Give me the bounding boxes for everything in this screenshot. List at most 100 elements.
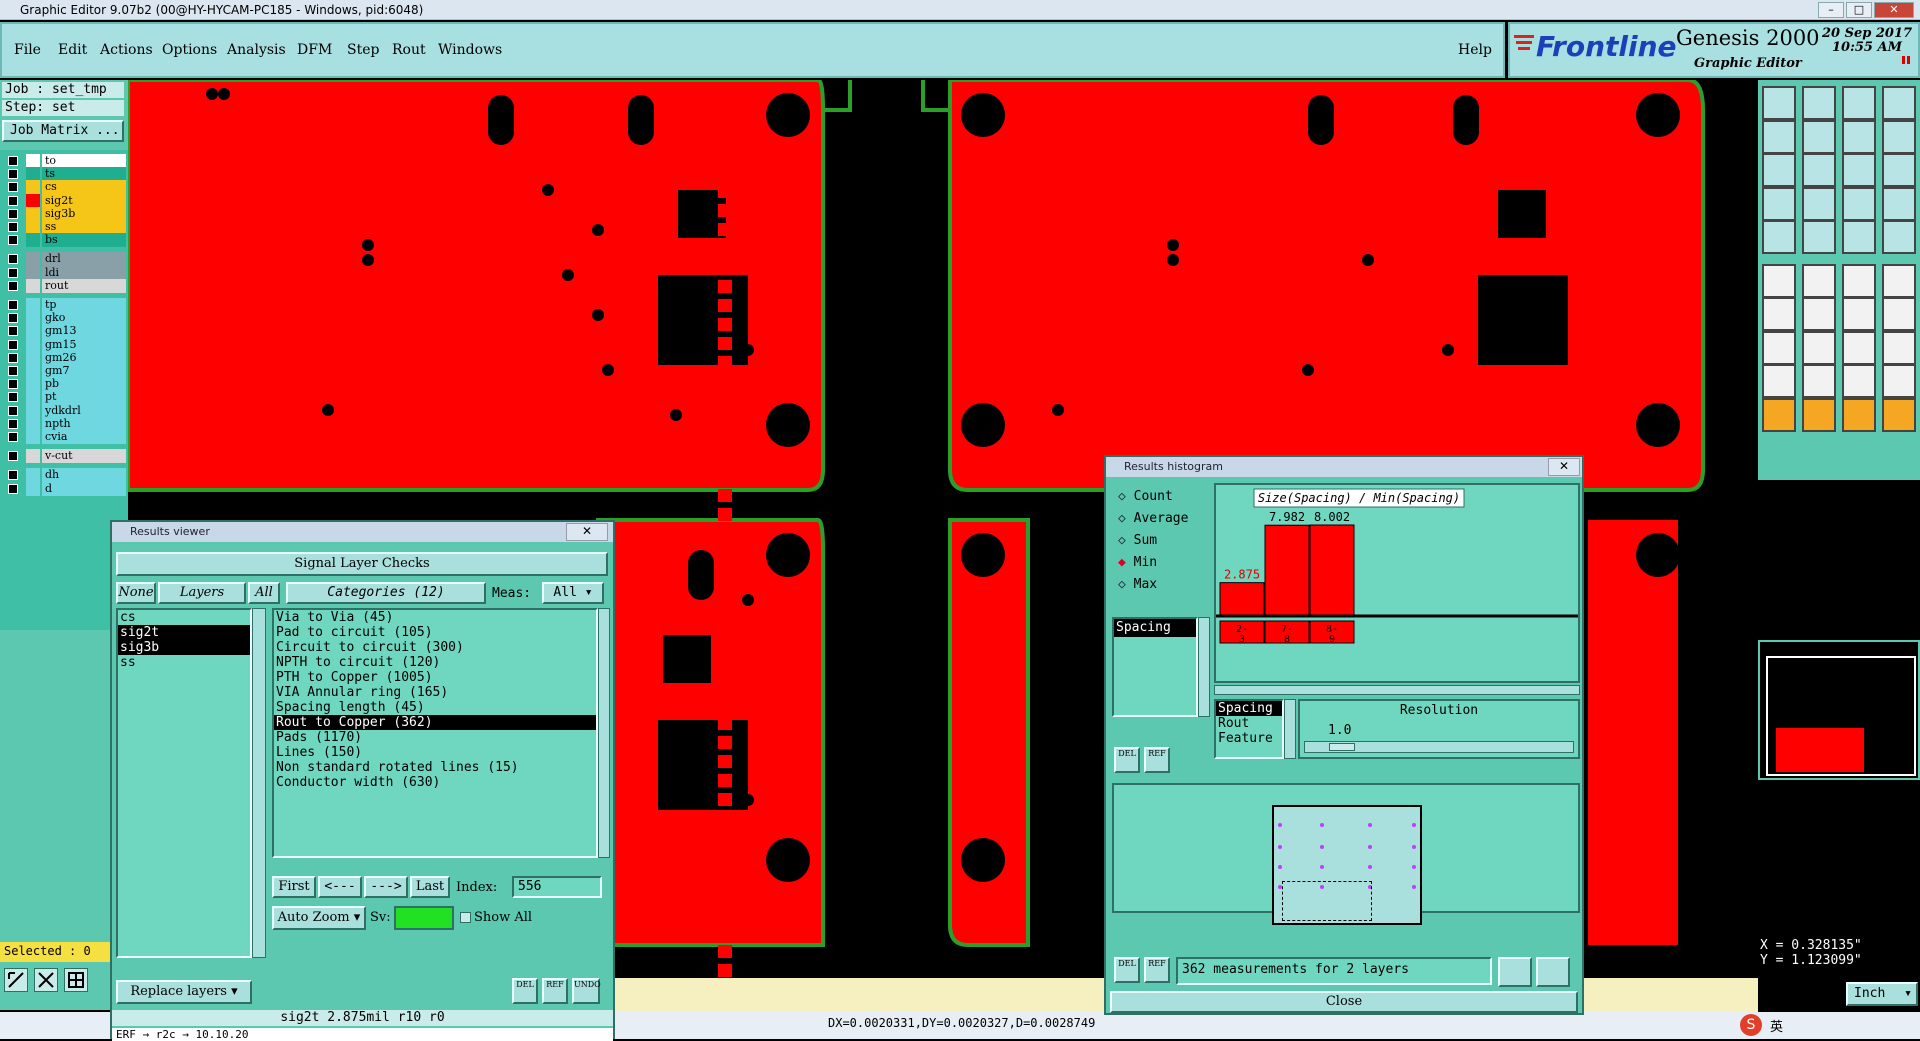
- layer-row[interactable]: gm15: [4, 337, 126, 352]
- layer-list-item[interactable]: cs: [118, 610, 250, 625]
- layer-checkbox[interactable]: [8, 483, 18, 494]
- triangle-icon[interactable]: [1762, 364, 1796, 398]
- node-icon[interactable]: [1762, 263, 1796, 298]
- pointer-add-icon[interactable]: [1882, 397, 1916, 432]
- overview-map[interactable]: [1758, 640, 1920, 780]
- layers-button[interactable]: Layers: [158, 582, 246, 604]
- split-icon[interactable]: [1882, 297, 1916, 331]
- layer-row[interactable]: gm13: [4, 324, 126, 339]
- category-list-item[interactable]: NPTH to circuit (120): [274, 655, 596, 670]
- last-button[interactable]: Last: [410, 876, 450, 898]
- layers-scrollbar[interactable]: [252, 608, 266, 958]
- layer-checkbox[interactable]: [8, 254, 18, 265]
- layer-row[interactable]: cvia: [4, 430, 126, 444]
- type-list-item[interactable]: Rout: [1216, 716, 1282, 731]
- layer-checkbox[interactable]: [8, 470, 18, 481]
- arch-icon[interactable]: [1842, 364, 1876, 398]
- layer-checkbox[interactable]: [8, 451, 18, 462]
- layer-row[interactable]: d: [4, 481, 126, 496]
- layer-checkbox[interactable]: [8, 300, 18, 310]
- layer-row[interactable]: gko: [4, 311, 126, 326]
- layer-checkbox[interactable]: [8, 222, 18, 232]
- layer-row[interactable]: ydkdrl: [4, 403, 126, 418]
- aggregate-option-average[interactable]: ◇ Average: [1118, 511, 1188, 529]
- category-list-item[interactable]: Spacing length (45): [274, 700, 596, 715]
- layer-row[interactable]: tp: [4, 298, 126, 312]
- layer-checkbox[interactable]: [8, 280, 18, 291]
- shape-icon[interactable]: [1762, 330, 1796, 365]
- layer-checkbox[interactable]: [8, 182, 18, 193]
- snap-icon[interactable]: [1762, 186, 1796, 221]
- import-icon[interactable]: [1762, 119, 1796, 154]
- layer-checkbox[interactable]: [8, 156, 18, 166]
- maximize-button[interactable]: □: [1846, 2, 1872, 18]
- compare-icon[interactable]: [1882, 186, 1916, 221]
- category-list-item[interactable]: VIA Annular ring (165): [274, 685, 596, 700]
- resolution-slider[interactable]: [1304, 741, 1574, 753]
- measure-icon[interactable]: [1842, 186, 1876, 221]
- line-icon[interactable]: [1842, 263, 1876, 298]
- category-list-item[interactable]: Circuit to circuit (300): [274, 640, 596, 655]
- none-button[interactable]: None: [116, 582, 156, 604]
- close-window-button[interactable]: ✕: [1874, 2, 1914, 18]
- layer-row[interactable]: to: [4, 154, 126, 168]
- minimize-button[interactable]: –: [1818, 2, 1844, 18]
- preview-ref-button[interactable]: REF: [1144, 957, 1170, 983]
- menu-dfm[interactable]: DFM: [297, 42, 332, 58]
- home-icon[interactable]: [1842, 86, 1876, 120]
- histogram-close-button[interactable]: Close: [1110, 991, 1578, 1013]
- menu-windows[interactable]: Windows: [438, 42, 502, 58]
- query-icon[interactable]: [1882, 153, 1916, 187]
- export-icon[interactable]: [1802, 119, 1836, 154]
- prev-button[interactable]: <---: [318, 876, 362, 898]
- layer-checkbox[interactable]: [8, 235, 18, 246]
- menu-analysis[interactable]: Analysis: [227, 42, 286, 58]
- ime-logo-icon[interactable]: S: [1740, 1014, 1762, 1036]
- results-viewer-titlebar[interactable]: Results viewer: [112, 522, 613, 542]
- layer-row[interactable]: pb: [4, 377, 126, 392]
- histogram-titlebar[interactable]: Results histogram: [1106, 457, 1582, 477]
- select-tool-icon[interactable]: [4, 968, 28, 992]
- pan-icon[interactable]: [1802, 153, 1836, 187]
- type-list[interactable]: Spacing Rout Feature: [1214, 699, 1284, 759]
- menu-edit[interactable]: Edit: [58, 42, 87, 58]
- save-icon[interactable]: [1802, 86, 1836, 120]
- replace-layers-dropdown[interactable]: Replace layers ▾: [116, 980, 252, 1004]
- hist-ref-button[interactable]: REF: [1144, 747, 1170, 773]
- layer-row[interactable]: cs: [4, 180, 126, 195]
- layer-row[interactable]: sig3b: [4, 206, 126, 221]
- layer-checkbox[interactable]: [8, 208, 18, 219]
- category-list-item[interactable]: Pads (1170): [274, 730, 596, 745]
- layer-checkbox[interactable]: [8, 313, 18, 324]
- unit-dropdown[interactable]: Inch ▾: [1846, 982, 1918, 1006]
- draw-line-icon[interactable]: [1762, 297, 1796, 331]
- layer-checkbox[interactable]: [8, 339, 18, 350]
- menu-options[interactable]: Options: [162, 42, 217, 58]
- grid-tool-icon[interactable]: [64, 968, 88, 992]
- pointer-select-icon[interactable]: [1802, 397, 1836, 432]
- layer-list-item[interactable]: sig2t: [118, 625, 250, 640]
- chamfer-icon[interactable]: [1882, 364, 1916, 398]
- undo-button[interactable]: UNDO: [572, 978, 601, 1004]
- slash-icon[interactable]: [1802, 297, 1836, 331]
- layer-row[interactable]: ts: [4, 167, 126, 182]
- layer-checkbox[interactable]: [8, 418, 18, 429]
- slider-thumb[interactable]: [1329, 743, 1355, 751]
- layer-checkbox[interactable]: [8, 405, 18, 416]
- minus-icon[interactable]: [1802, 330, 1836, 365]
- cross-icon[interactable]: [1802, 263, 1836, 298]
- layer-row[interactable]: v-cut: [4, 449, 126, 464]
- copy-icon[interactable]: [1762, 220, 1796, 254]
- layer-checkbox[interactable]: [8, 379, 18, 390]
- index-input[interactable]: 556: [512, 876, 602, 898]
- categories-button[interactable]: Categories (12): [286, 582, 486, 604]
- type-list-item[interactable]: Feature: [1216, 731, 1282, 746]
- aggregate-option-sum[interactable]: ◇ Sum: [1118, 533, 1157, 551]
- layers-list[interactable]: cs sig2t sig3b ss: [116, 608, 252, 958]
- layer-checkbox[interactable]: [8, 366, 18, 376]
- rotate-arc-icon[interactable]: [1842, 297, 1876, 331]
- poly-icon[interactable]: [1802, 364, 1836, 398]
- layer-row[interactable]: sig2t: [4, 193, 126, 208]
- sv-color-dropdown[interactable]: [394, 906, 454, 930]
- del-button[interactable]: DEL: [512, 978, 538, 1004]
